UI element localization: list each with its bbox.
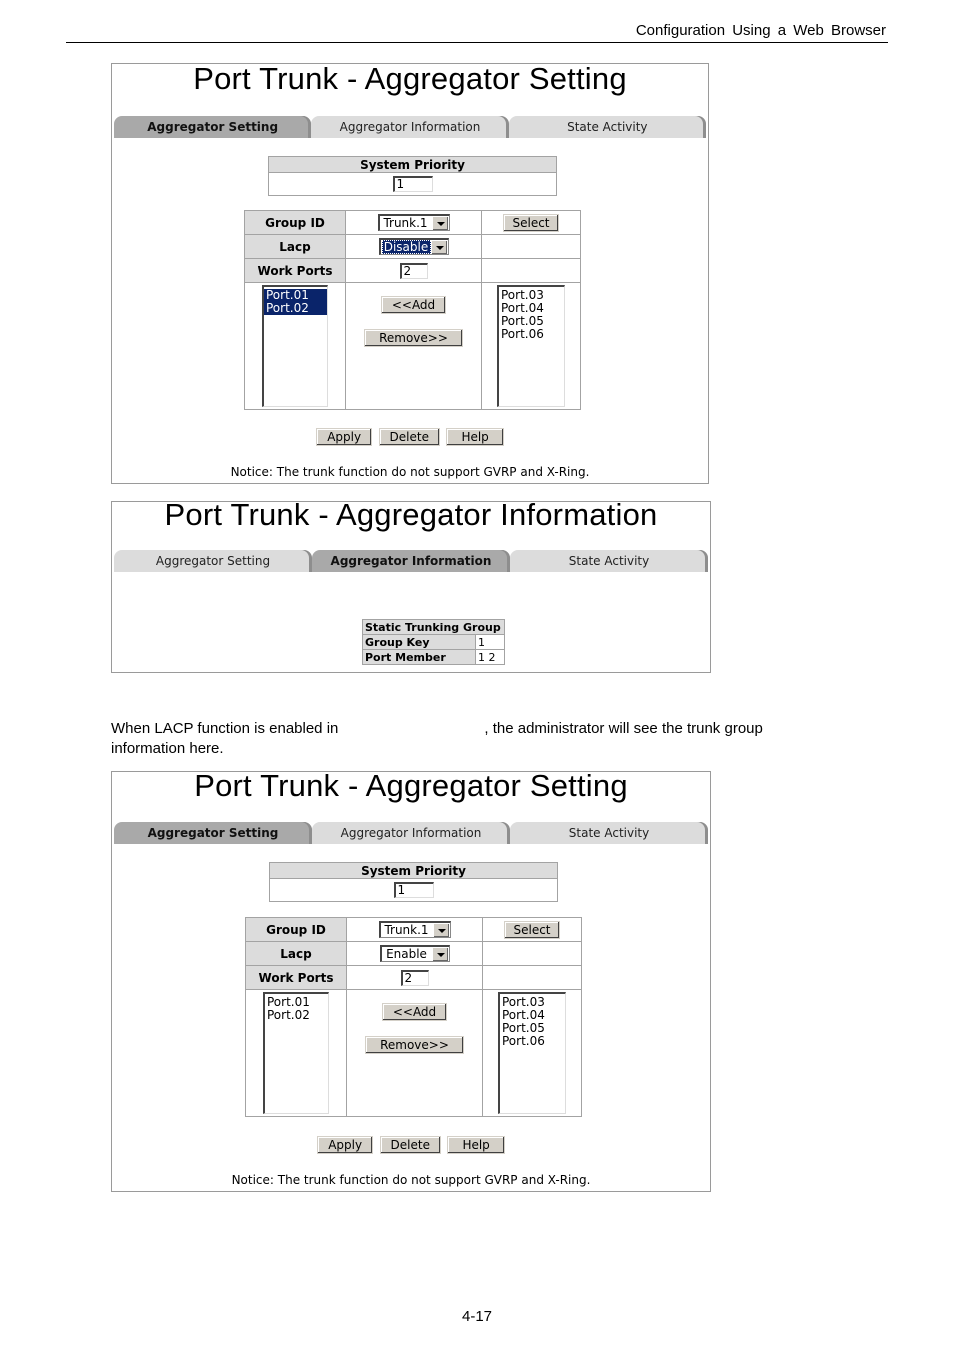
trunk-config-table: Group ID Trunk.1 Select Lacp Disable Wor… bbox=[244, 210, 581, 410]
available-ports-list[interactable]: Port.03 Port.04 Port.05 Port.06 bbox=[498, 992, 566, 1114]
group-id-value: Trunk.1 bbox=[384, 923, 429, 937]
lacp-value: Disable bbox=[381, 240, 431, 254]
help-button[interactable]: Help bbox=[447, 1136, 505, 1154]
aggregator-information-panel: Port Trunk - Aggregator Information Aggr… bbox=[111, 497, 711, 673]
work-ports-label: Work Ports bbox=[244, 258, 346, 283]
group-id-label: Group ID bbox=[244, 210, 346, 235]
work-ports-label: Work Ports bbox=[245, 965, 347, 990]
help-button[interactable]: Help bbox=[446, 428, 504, 446]
tab-label: Aggregator Information bbox=[340, 826, 482, 840]
page-header-title: Configuration Using a Web Browser bbox=[635, 22, 886, 39]
work-ports-input[interactable] bbox=[399, 262, 428, 279]
tab-state-activity[interactable]: State Activity bbox=[508, 116, 706, 138]
tab-aggregator-setting[interactable]: Aggregator Setting bbox=[114, 116, 312, 138]
system-priority-input[interactable] bbox=[392, 175, 433, 192]
group-id-select[interactable]: Trunk.1 bbox=[378, 921, 451, 938]
apply-button[interactable]: Apply bbox=[316, 428, 373, 446]
system-priority-label: System Priority bbox=[268, 156, 557, 173]
system-priority-table: System Priority bbox=[269, 862, 558, 902]
system-priority-table: System Priority bbox=[268, 156, 557, 196]
chevron-down-icon bbox=[430, 240, 447, 254]
static-trunking-group-table: Static Trunking Group Group Key 1 Port M… bbox=[362, 619, 505, 665]
tab-state-activity[interactable]: State Activity bbox=[510, 822, 708, 844]
tab-aggregator-setting[interactable]: Aggregator Setting bbox=[114, 822, 312, 844]
group-id-select[interactable]: Trunk.1 bbox=[377, 214, 450, 231]
port-member-label: Port Member bbox=[362, 649, 476, 665]
lacp-value: Enable bbox=[386, 947, 427, 961]
notice-text: Notice: The trunk function do not suppor… bbox=[230, 465, 590, 479]
panel-title: Port Trunk - Aggregator Setting bbox=[194, 768, 628, 803]
page-header: Configuration Using a Web Browser bbox=[66, 22, 888, 43]
tab-aggregator-information[interactable]: Aggregator Information bbox=[312, 550, 510, 572]
lacp-select[interactable]: Disable bbox=[378, 238, 449, 255]
tab-label: Aggregator Information bbox=[330, 554, 492, 568]
tab-label: State Activity bbox=[567, 120, 648, 134]
tab-label: Aggregator Setting bbox=[147, 826, 279, 840]
add-button[interactable]: <<Add bbox=[380, 296, 447, 314]
tab-aggregator-information[interactable]: Aggregator Information bbox=[311, 116, 509, 138]
system-priority-label: System Priority bbox=[269, 862, 558, 879]
select-button[interactable]: Select bbox=[503, 213, 559, 232]
list-item[interactable]: Port.06 bbox=[499, 328, 564, 341]
body-paragraph: When LACP function is enabled in, the ad… bbox=[111, 719, 831, 759]
list-item[interactable]: Port.06 bbox=[500, 1035, 565, 1048]
page-number: 4-17 bbox=[461, 1308, 493, 1325]
tab-bar: Aggregator Setting Aggregator Informatio… bbox=[114, 822, 708, 844]
lacp-label: Lacp bbox=[245, 941, 347, 966]
remove-button[interactable]: Remove>> bbox=[365, 1036, 464, 1054]
group-key-label: Group Key bbox=[362, 634, 476, 650]
delete-button[interactable]: Delete bbox=[379, 1136, 441, 1154]
aggregator-setting-panel-1: Port Trunk - Aggregator Setting Aggregat… bbox=[111, 61, 709, 484]
group-id-value: Trunk.1 bbox=[383, 216, 428, 230]
lacp-label: Lacp bbox=[244, 234, 346, 259]
group-header: Static Trunking Group bbox=[362, 619, 505, 635]
system-priority-input[interactable] bbox=[393, 881, 434, 898]
aggregator-setting-panel-2: Port Trunk - Aggregator Setting Aggregat… bbox=[111, 768, 711, 1192]
lacp-select[interactable]: Enable bbox=[379, 945, 450, 962]
available-ports-list[interactable]: Port.03 Port.04 Port.05 Port.06 bbox=[497, 285, 565, 407]
panel-title: Port Trunk - Aggregator Setting bbox=[193, 61, 627, 96]
add-button[interactable]: <<Add bbox=[381, 1003, 448, 1021]
notice-text: Notice: The trunk function do not suppor… bbox=[231, 1173, 591, 1187]
member-ports-list[interactable]: Port.01 Port.02 bbox=[263, 992, 329, 1114]
tab-label: Aggregator Setting bbox=[155, 554, 271, 568]
tab-label: State Activity bbox=[568, 826, 650, 840]
tab-label: Aggregator Setting bbox=[147, 120, 279, 134]
body-text-before: When LACP function is enabled in bbox=[111, 720, 339, 737]
tab-bar: Aggregator Setting Aggregator Informatio… bbox=[114, 550, 708, 572]
group-key-value: 1 bbox=[475, 634, 505, 650]
tab-aggregator-setting[interactable]: Aggregator Setting bbox=[114, 550, 312, 572]
list-item[interactable]: Port.02 bbox=[265, 1009, 328, 1022]
panel-title: Port Trunk - Aggregator Information bbox=[164, 497, 658, 532]
chevron-down-icon bbox=[432, 923, 449, 937]
chevron-down-icon bbox=[431, 947, 448, 961]
member-ports-list[interactable]: Port.01 Port.02 bbox=[262, 285, 328, 407]
apply-button[interactable]: Apply bbox=[317, 1136, 374, 1154]
select-button[interactable]: Select bbox=[504, 920, 560, 939]
action-buttons: Apply Delete Help bbox=[112, 428, 708, 446]
delete-button[interactable]: Delete bbox=[378, 428, 440, 446]
trunk-config-table: Group ID Trunk.1 Select Lacp Enable Work… bbox=[245, 917, 582, 1117]
remove-button[interactable]: Remove>> bbox=[364, 329, 463, 347]
chevron-down-icon bbox=[431, 216, 448, 230]
tab-label: State Activity bbox=[568, 554, 650, 568]
tab-bar: Aggregator Setting Aggregator Informatio… bbox=[114, 116, 706, 138]
work-ports-input[interactable] bbox=[400, 969, 429, 986]
list-item[interactable]: Port.02 bbox=[264, 302, 327, 315]
group-id-label: Group ID bbox=[245, 917, 347, 942]
action-buttons: Apply Delete Help bbox=[112, 1136, 710, 1154]
tab-label: Aggregator Information bbox=[339, 120, 481, 134]
tab-aggregator-information[interactable]: Aggregator Information bbox=[312, 822, 510, 844]
port-member-value: 1 2 bbox=[475, 649, 505, 665]
tab-state-activity[interactable]: State Activity bbox=[510, 550, 708, 572]
